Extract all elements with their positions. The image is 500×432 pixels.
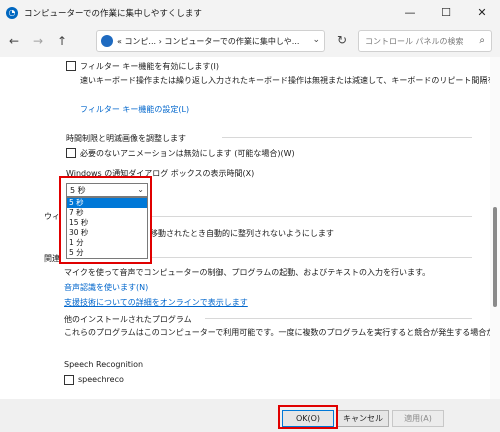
- address-bar[interactable]: « コンピ... › コンピューターでの作業に集中しや... ⌄: [96, 30, 325, 52]
- section-divider: [150, 257, 472, 258]
- filter-keys-checkbox[interactable]: [66, 61, 76, 71]
- speech-recognition-link[interactable]: 音声認識を使います(N): [64, 282, 148, 293]
- cancel-button[interactable]: キャンセル: [337, 410, 389, 427]
- search-icon: ⌕: [479, 35, 485, 46]
- highlight-frame-ok: [278, 405, 338, 429]
- assistive-tech-link[interactable]: 支援技術についての詳細をオンラインで表示します: [64, 297, 248, 308]
- speech-description: マイクを使って音声でコンピューターの制御、プログラムの起動、およびテキストの入力…: [64, 268, 431, 277]
- section-title-time-limits: 時間制限と明滅画像を調整します: [66, 134, 186, 143]
- title-bar: ◔ コンピューターでの作業に集中しやすくします — ☐ ✕: [0, 0, 500, 25]
- dialog-footer: OK(O) キャンセル 適用(A): [0, 399, 500, 432]
- back-button[interactable]: ←: [4, 31, 24, 51]
- section-divider: [222, 137, 472, 138]
- filter-keys-label: フィルター キー機能を有効にします(I): [80, 62, 219, 71]
- program-name: Speech Recognition: [64, 360, 144, 369]
- other-programs-description-1: これらのプログラムはこのコンピューターで利用可能です。一度に複数のプログラムを実…: [64, 328, 490, 337]
- close-button[interactable]: ✕: [464, 0, 500, 25]
- forward-button[interactable]: →: [28, 31, 48, 51]
- filter-keys-description: 速いキーボード操作または繰り返し入力されたキーボード操作は無視または減速して、キ…: [80, 76, 490, 85]
- address-path: « コンピ... › コンピューターでの作業に集中しや...: [117, 36, 300, 46]
- window-arrange-label: 移動されたとき自動的に整列されないようにします: [150, 229, 334, 238]
- disable-animations-checkbox[interactable]: [66, 148, 76, 158]
- navigation-bar: ← → ↑ « コンピ... › コンピューターでの作業に集中しや... ⌄ コ…: [0, 25, 500, 57]
- control-panel-icon: [101, 35, 113, 47]
- section-title-window-mgmt: ウィ: [44, 212, 60, 221]
- speechreco-checkbox[interactable]: [64, 375, 74, 385]
- minimize-button[interactable]: —: [392, 0, 428, 25]
- highlight-frame-dropdown: [59, 176, 152, 264]
- maximize-button[interactable]: ☐: [428, 0, 464, 25]
- apply-button[interactable]: 適用(A): [392, 410, 444, 427]
- speechreco-label: speechreco: [78, 375, 124, 384]
- section-title-related: 関連: [44, 254, 60, 263]
- search-input[interactable]: コントロール パネルの検索 ⌕: [358, 30, 492, 52]
- window-title: コンピューターでの作業に集中しやすくします: [24, 8, 202, 19]
- section-divider: [150, 216, 472, 217]
- chevron-down-icon[interactable]: ⌄: [312, 35, 320, 45]
- vertical-scrollbar[interactable]: [490, 57, 500, 399]
- window-controls: — ☐ ✕: [392, 0, 500, 25]
- up-button[interactable]: ↑: [52, 31, 72, 51]
- section-title-other-programs: 他のインストールされたプログラム: [64, 315, 192, 324]
- section-divider: [205, 318, 472, 319]
- filter-keys-settings-link[interactable]: フィルター キー機能の設定(L): [80, 104, 189, 115]
- refresh-button[interactable]: ↻: [333, 30, 351, 50]
- disable-animations-label: 必要のないアニメーションは無効にします (可能な場合)(W): [80, 149, 295, 158]
- control-panel-icon: ◔: [6, 6, 18, 19]
- scroll-thumb[interactable]: [493, 207, 497, 307]
- search-placeholder: コントロール パネルの検索: [365, 36, 464, 46]
